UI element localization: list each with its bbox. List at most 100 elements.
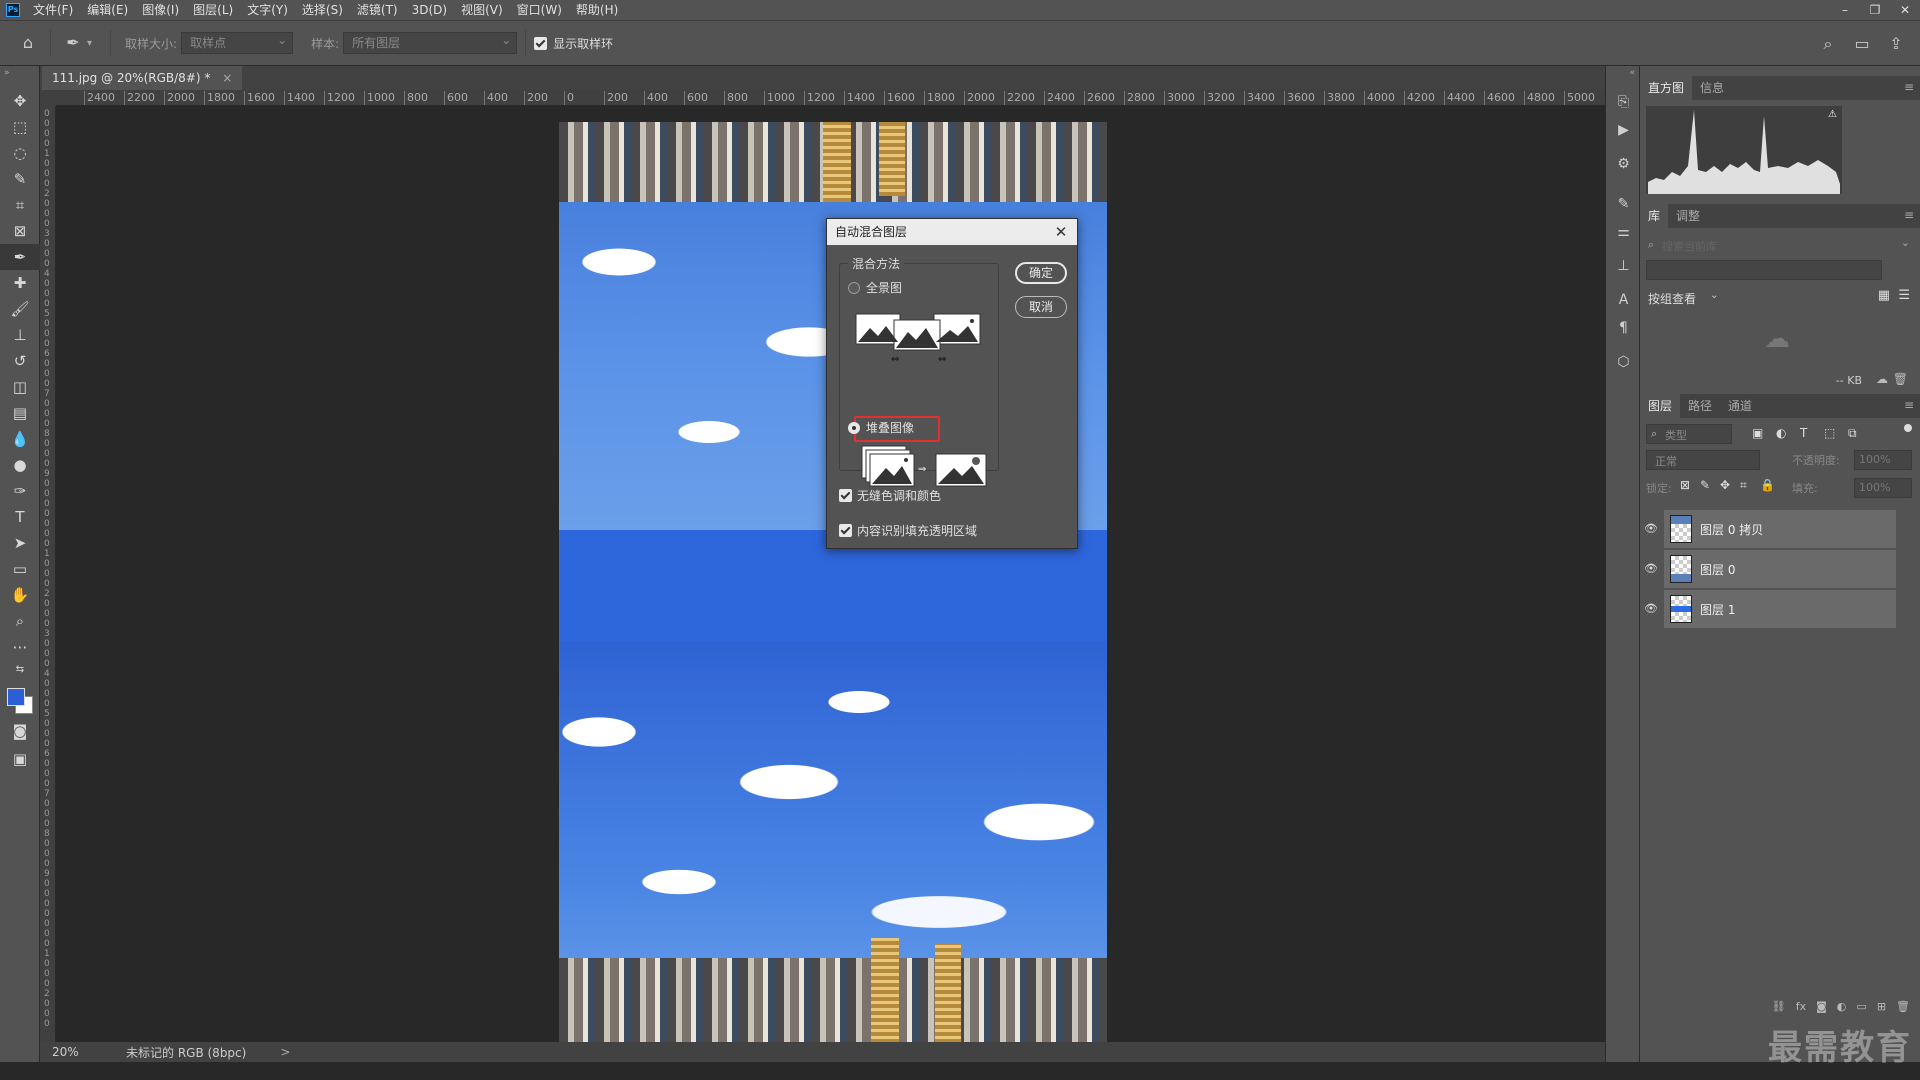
history-panel-icon[interactable]: ⎘ (1606, 88, 1641, 116)
rectangle-tool-icon[interactable]: ▭ (0, 556, 40, 582)
menu-image[interactable]: 图像(I) (135, 0, 186, 20)
layer-name[interactable]: 图层 0 拷贝 (1700, 521, 1763, 538)
trash-icon[interactable]: 🗑 (1893, 372, 1908, 386)
panorama-radio[interactable] (848, 282, 860, 294)
library-view-select[interactable]: 按组查看 (1648, 290, 1696, 307)
screen-mode-icon[interactable]: ▣ (0, 746, 40, 772)
lasso-tool-icon[interactable]: ◌ (0, 140, 40, 166)
stack-images-radio[interactable] (848, 422, 860, 434)
tab-close-icon[interactable]: × (222, 71, 232, 85)
filter-toggle-icon[interactable] (1904, 424, 1912, 432)
chevron-down-icon[interactable]: ▾ (87, 38, 92, 49)
lock-artboard-icon[interactable]: ⌗ (1740, 478, 1747, 493)
opacity-input[interactable]: 100% (1854, 450, 1912, 470)
pen-tool-icon[interactable]: ✑ (0, 478, 40, 504)
properties-panel-icon[interactable]: ⚙ (1606, 150, 1641, 178)
panel-menu-icon[interactable]: ≡ (1904, 208, 1914, 222)
library-search-placeholder[interactable]: 搜索当前库 (1662, 238, 1717, 254)
link-layers-icon[interactable]: ⛓ (1772, 1000, 1786, 1013)
brush-settings-icon[interactable]: ✎ (1606, 190, 1641, 218)
restore-button[interactable]: ❐ (1860, 0, 1890, 20)
menu-file[interactable]: 文件(F) (26, 0, 80, 20)
fill-input[interactable]: 100% (1854, 478, 1912, 498)
layer-row[interactable]: 👁 图层 0 (1644, 550, 1896, 588)
seamless-tones-label[interactable]: 无缝色调和颜色 (857, 487, 941, 504)
chevron-down-icon[interactable]: ⌄ (1710, 290, 1718, 301)
clone-source-icon[interactable]: ⊥ (1606, 252, 1641, 280)
visibility-eye-icon[interactable]: 👁 (1644, 602, 1658, 616)
blend-mode-select[interactable]: 正常 (1646, 450, 1760, 470)
quick-mask-icon[interactable]: ◙ (0, 718, 40, 744)
close-icon[interactable]: ✕ (1051, 219, 1071, 245)
eraser-tool-icon[interactable]: ◫ (0, 374, 40, 400)
menu-edit[interactable]: 编辑(E) (80, 0, 135, 20)
add-mask-icon[interactable]: ◙ (1816, 1000, 1827, 1013)
gradient-tool-icon[interactable]: ▤ (0, 400, 40, 426)
filter-shape-icon[interactable]: ⬚ (1824, 426, 1835, 440)
character-panel-icon[interactable]: A (1606, 286, 1641, 314)
zoom-tool-icon[interactable]: ⌕ (0, 608, 40, 634)
tab-channels[interactable]: 通道 (1720, 394, 1760, 418)
menu-window[interactable]: 窗口(W) (510, 0, 569, 20)
tab-adjustments[interactable]: 调整 (1668, 204, 1708, 228)
layer-filter-select[interactable]: ⌕ 类型 (1646, 424, 1732, 444)
home-icon[interactable]: ⌂ (14, 29, 42, 57)
actions-panel-icon[interactable]: ▶ (1606, 116, 1641, 144)
3d-panel-icon[interactable]: ⬡ (1606, 348, 1641, 376)
status-menu-arrow[interactable]: > (280, 1045, 290, 1059)
paragraph-panel-icon[interactable]: ¶ (1606, 314, 1641, 342)
search-icon[interactable]: ⌕ (1814, 30, 1842, 58)
path-select-tool-icon[interactable]: ➤ (0, 530, 40, 556)
brush-tool-icon[interactable]: 🖌 (0, 296, 40, 322)
visibility-eye-icon[interactable]: 👁 (1644, 522, 1658, 536)
zoom-level[interactable]: 20% (52, 1045, 112, 1059)
menu-view[interactable]: 视图(V) (454, 0, 510, 20)
layer-row[interactable]: 👁 图层 1 (1644, 590, 1896, 628)
new-layer-icon[interactable]: ⊞ (1877, 1000, 1886, 1013)
frame-tool-icon[interactable]: ⊠ (0, 218, 40, 244)
new-adjustment-icon[interactable]: ◐ (1837, 1000, 1847, 1013)
tab-info[interactable]: 信息 (1692, 76, 1732, 100)
menu-filter[interactable]: 滤镜(T) (350, 0, 405, 20)
tab-histogram[interactable]: 直方图 (1640, 76, 1693, 100)
collapse-panels-icon[interactable]: « (1606, 66, 1639, 80)
cancel-button[interactable]: 取消 (1015, 296, 1067, 318)
history-brush-tool-icon[interactable]: ↺ (0, 348, 40, 374)
chevron-down-icon[interactable]: ⌄ (1901, 236, 1910, 249)
menu-help[interactable]: 帮助(H) (569, 0, 625, 20)
content-aware-fill-label[interactable]: 内容识别填充透明区域 (857, 522, 977, 539)
library-select[interactable] (1646, 260, 1882, 280)
tab-libraries[interactable]: 库 (1640, 204, 1669, 228)
lock-transparent-icon[interactable]: ⊠ (1680, 478, 1690, 492)
blur-tool-icon[interactable]: 💧 (0, 426, 40, 452)
foreground-color-swatch[interactable] (7, 688, 25, 706)
collapse-toolbar-icon[interactable]: » (0, 66, 39, 80)
visibility-eye-icon[interactable]: 👁 (1644, 562, 1658, 576)
swap-colors-icon[interactable]: ⇆ (0, 660, 40, 680)
layer-name[interactable]: 图层 1 (1700, 601, 1735, 618)
new-group-icon[interactable]: ▭ (1856, 1000, 1866, 1013)
move-tool-icon[interactable]: ✥ (0, 88, 40, 114)
stack-images-label[interactable]: 堆叠图像 (866, 419, 914, 436)
workspace-icon[interactable]: ▭ (1848, 30, 1876, 58)
healing-brush-tool-icon[interactable]: ✚ (0, 270, 40, 296)
warning-icon[interactable]: ⚠ (1828, 110, 1838, 120)
menu-type[interactable]: 文字(Y) (240, 0, 295, 20)
menu-select[interactable]: 选择(S) (295, 0, 350, 20)
crop-tool-icon[interactable]: ⌗ (0, 192, 40, 218)
sample-select[interactable]: 所有图层 (343, 30, 518, 54)
sample-size-select[interactable]: 取样点 (181, 30, 294, 54)
fx-icon[interactable]: fx (1796, 1000, 1806, 1013)
list-view-icon[interactable]: ☰ (1898, 288, 1910, 303)
seamless-tones-checkbox[interactable] (839, 489, 852, 502)
panel-menu-icon[interactable]: ≡ (1904, 80, 1914, 94)
filter-type-icon[interactable]: T (1800, 426, 1807, 440)
menu-3d[interactable]: 3D(D) (405, 0, 454, 20)
panorama-label[interactable]: 全景图 (866, 279, 902, 296)
tab-paths[interactable]: 路径 (1680, 394, 1720, 418)
grid-view-icon[interactable]: ▦ (1878, 288, 1890, 303)
tab-layers[interactable]: 图层 (1640, 394, 1681, 418)
show-ring-checkbox[interactable] (534, 36, 548, 50)
marquee-tool-icon[interactable]: ⬚ (0, 114, 40, 140)
panel-menu-icon[interactable]: ≡ (1904, 398, 1914, 412)
